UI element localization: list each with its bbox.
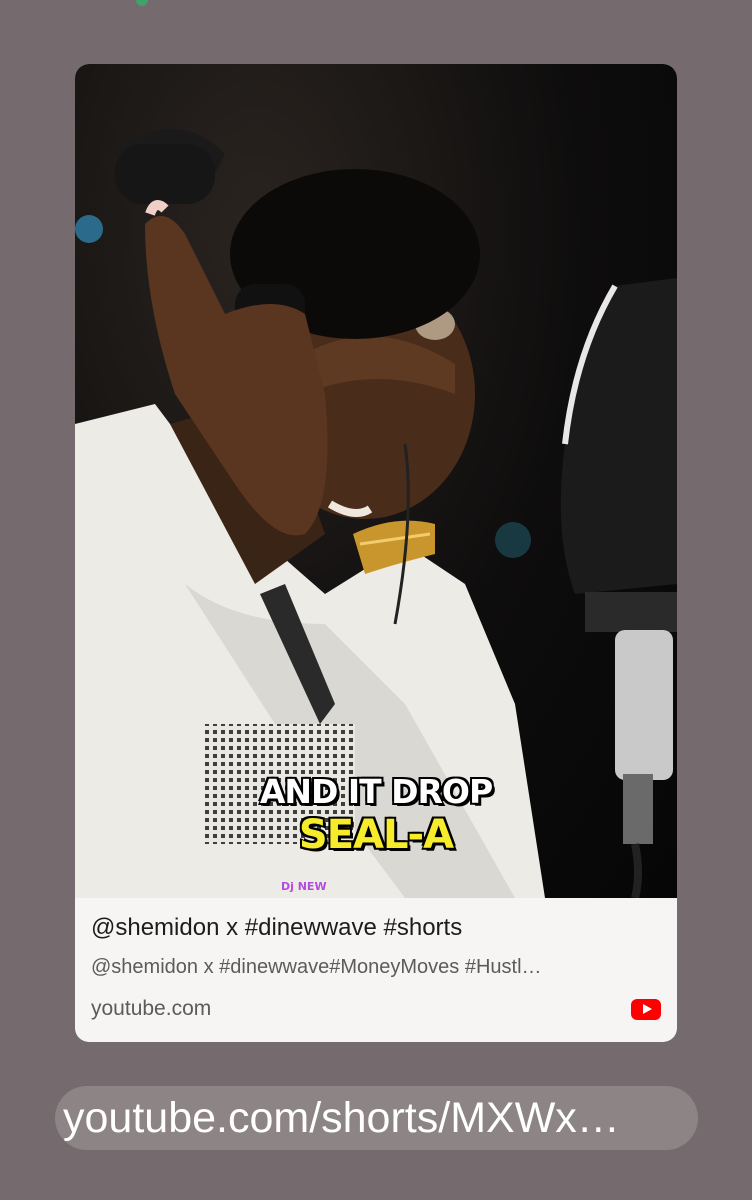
- status-indicator: [136, 0, 148, 6]
- message-link-bubble[interactable]: youtube.com/shorts/MXWx…: [55, 1086, 698, 1150]
- link-description: @shemidon x #dinewwave#MoneyMoves #Hustl…: [91, 956, 542, 978]
- caption-line-2: SEAL-A: [298, 812, 454, 858]
- message-link[interactable]: youtube.com/shorts/MXWx…: [63, 1094, 693, 1143]
- youtube-icon: [631, 999, 661, 1020]
- link-preview-info[interactable]: @shemidon x #dinewwave #shorts @shemidon…: [75, 898, 677, 1042]
- link-title[interactable]: @shemidon x #dinewwave #shorts: [91, 914, 462, 942]
- link-domain: youtube.com: [91, 997, 212, 1020]
- video-thumbnail[interactable]: AND IT DROP SEAL-A Dj NEW: [75, 64, 677, 898]
- caption-line-1: AND IT DROP: [259, 772, 493, 811]
- watermark-text: Dj NEW: [281, 880, 327, 893]
- link-preview-card[interactable]: AND IT DROP SEAL-A Dj NEW @shemidon x #d…: [75, 64, 677, 1042]
